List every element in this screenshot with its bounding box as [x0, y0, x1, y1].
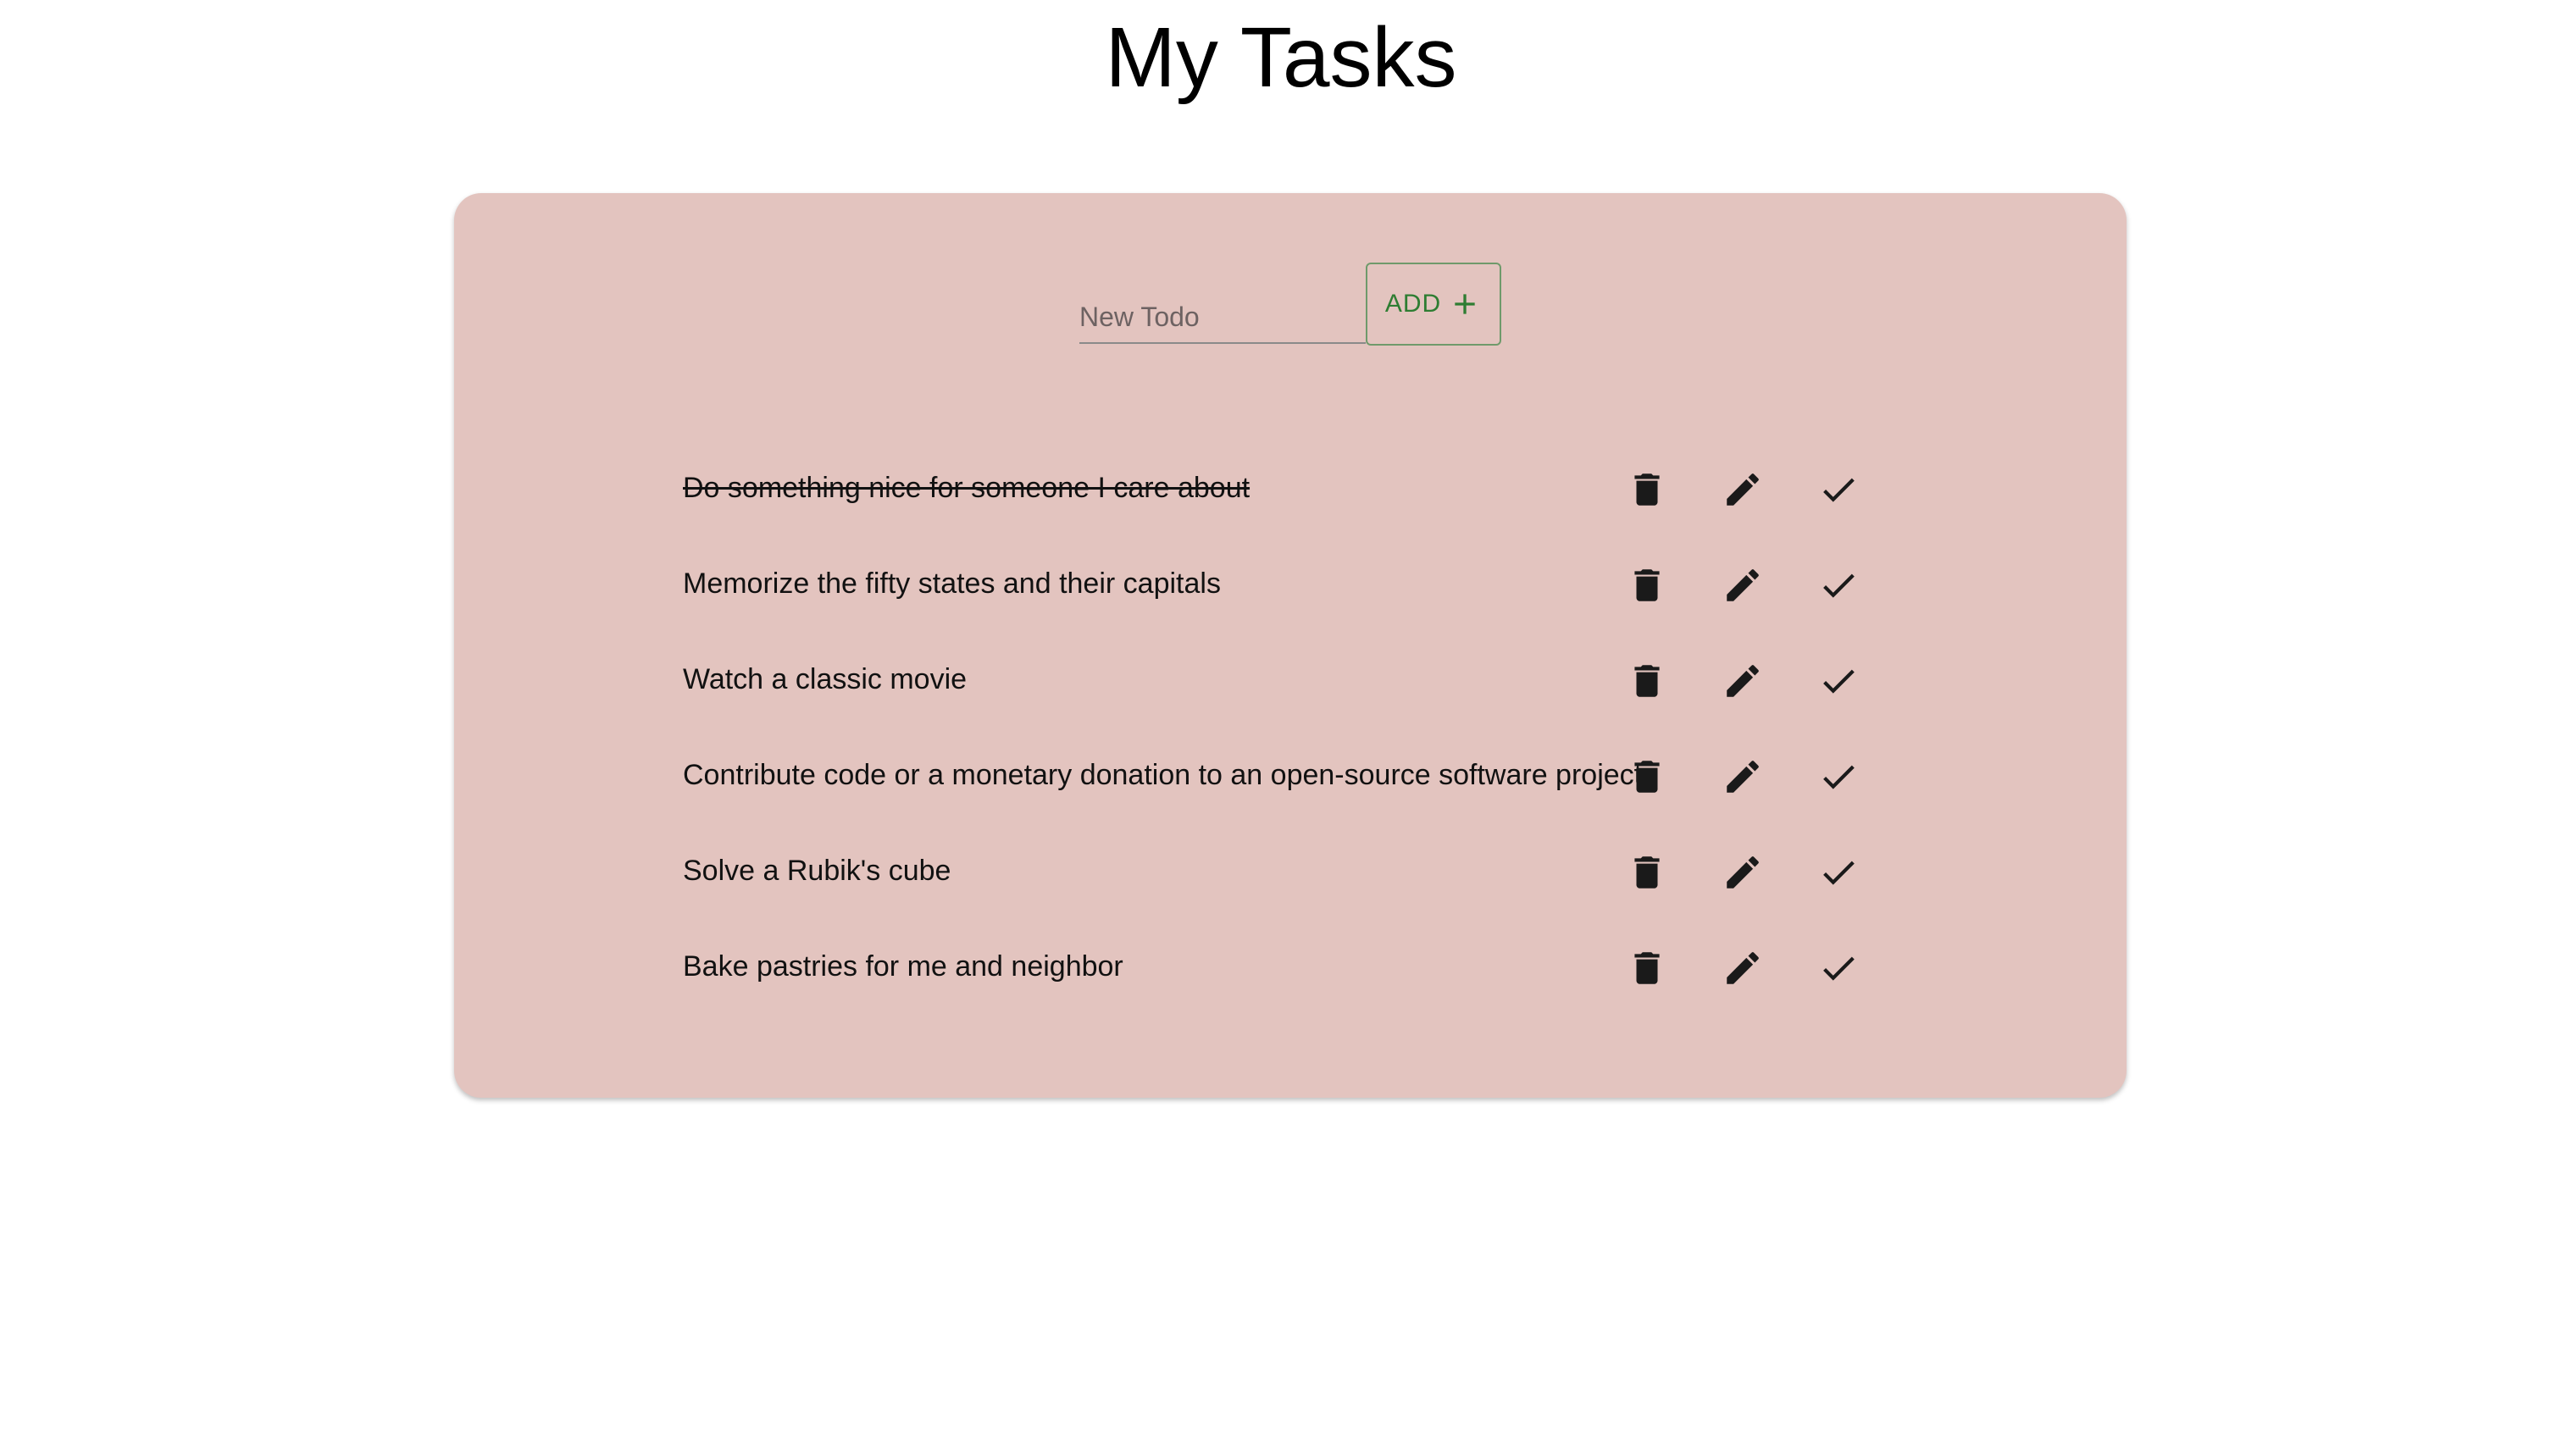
pencil-icon [1727, 761, 1759, 793]
complete-button[interactable] [1815, 657, 1862, 705]
pencil-icon [1727, 569, 1759, 601]
todo-item: Bake pastries for me and neighbor [683, 922, 1886, 1018]
pencil-icon [1727, 473, 1759, 506]
todo-text: Watch a classic movie [683, 663, 968, 695]
todo-item: Contribute code or a monetary donation t… [683, 731, 1886, 827]
delete-button[interactable] [1623, 849, 1671, 896]
trash-icon [1634, 761, 1660, 793]
pencil-icon [1727, 856, 1759, 889]
edit-button[interactable] [1719, 466, 1766, 513]
todo-list: Do something nice for someone I care abo… [683, 444, 1886, 1018]
todo-item: Do something nice for someone I care abo… [683, 444, 1886, 540]
todo-item: Memorize the fifty states and their capi… [683, 540, 1886, 635]
add-button[interactable]: ADD [1366, 263, 1501, 346]
complete-button[interactable] [1815, 849, 1862, 896]
delete-button[interactable] [1623, 657, 1671, 705]
add-button-label: ADD [1384, 290, 1442, 318]
complete-button[interactable] [1815, 466, 1862, 513]
pencil-icon [1727, 952, 1759, 984]
delete-button[interactable] [1623, 944, 1671, 992]
pencil-icon [1727, 665, 1759, 697]
trash-icon [1634, 473, 1660, 506]
todo-text: Memorize the fifty states and their capi… [683, 567, 1221, 600]
checkmark-icon [1823, 765, 1855, 789]
trash-icon [1634, 665, 1660, 697]
todo-item: Watch a classic movie [683, 635, 1886, 731]
edit-button[interactable] [1719, 849, 1766, 896]
edit-button[interactable] [1719, 944, 1766, 992]
todo-text: Do something nice for someone I care abo… [683, 472, 1250, 504]
checkmark-icon [1823, 669, 1855, 694]
checkmark-icon [1823, 573, 1855, 598]
delete-button[interactable] [1623, 562, 1671, 609]
trash-icon [1634, 856, 1660, 889]
trash-icon [1634, 569, 1660, 601]
todo-text: Bake pastries for me and neighbor [683, 950, 1123, 983]
complete-button[interactable] [1815, 753, 1862, 800]
edit-button[interactable] [1719, 753, 1766, 800]
page-title: My Tasks [1105, 10, 1457, 105]
checkmark-icon [1823, 478, 1855, 502]
edit-button[interactable] [1719, 657, 1766, 705]
edit-button[interactable] [1719, 562, 1766, 609]
todo-text: Solve a Rubik's cube [683, 855, 951, 887]
plus-icon [1455, 294, 1475, 314]
todo-text: Contribute code or a monetary donation t… [683, 759, 1643, 791]
checkmark-icon [1823, 861, 1855, 885]
delete-button[interactable] [1623, 466, 1671, 513]
complete-button[interactable] [1815, 562, 1862, 609]
new-todo-input[interactable] [1079, 296, 1366, 344]
delete-button[interactable] [1623, 753, 1671, 800]
page: My Tasks ADD Do something nice for someo… [0, 0, 2562, 1456]
complete-button[interactable] [1815, 944, 1862, 992]
checkmark-icon [1823, 956, 1855, 981]
trash-icon [1634, 952, 1660, 984]
todo-item: Solve a Rubik's cube [683, 827, 1886, 922]
